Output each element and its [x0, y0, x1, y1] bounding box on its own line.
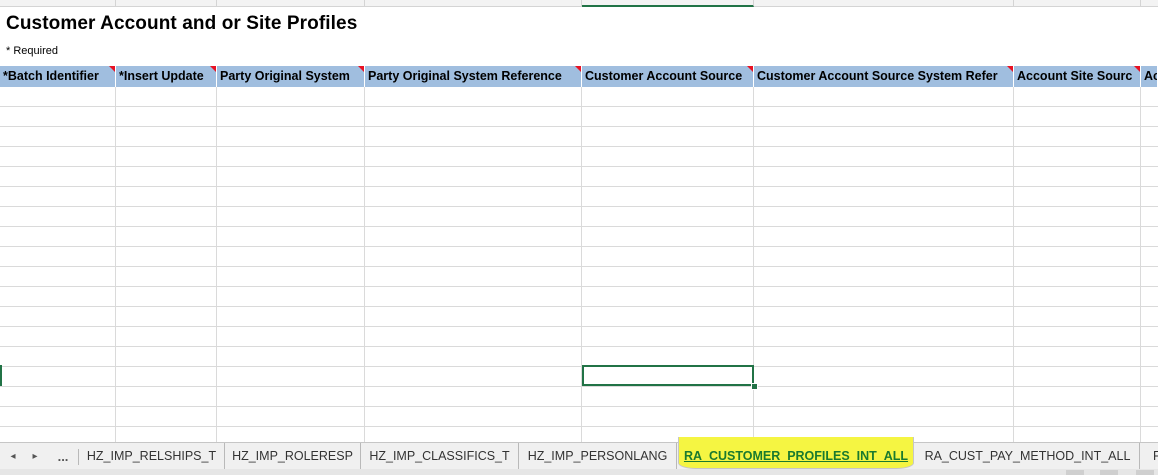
- tab-ra-customer-profiles-int-all[interactable]: RA_CUSTOMER_PROFILES_INT_ALL: [678, 437, 914, 469]
- row-gridline: [0, 366, 1158, 367]
- previous-rows-strip: [0, 0, 1158, 7]
- column-header-label: Account Site Sourc: [1017, 69, 1133, 83]
- column-header-customer-account-source[interactable]: Customer Account Source: [582, 66, 754, 87]
- row-gridline: [0, 346, 1158, 347]
- tab-partially-visible[interactable]: F: [1140, 443, 1158, 470]
- comment-indicator-icon: [747, 66, 753, 72]
- column-header-customer-account-source-system-reference[interactable]: Customer Account Source System Refer: [754, 66, 1014, 87]
- column-header-label: Customer Account Source System Refer: [757, 69, 998, 83]
- column-gridline: [1013, 87, 1014, 442]
- comment-indicator-icon: [1134, 66, 1140, 72]
- row-gridline: [0, 386, 1158, 387]
- column-header-account-site-source[interactable]: Account Site Sourc: [1014, 66, 1141, 87]
- scroll-tabs-left-icon[interactable]: ◂: [2, 443, 24, 470]
- row-gridline: [0, 406, 1158, 407]
- row-gridline: [0, 206, 1158, 207]
- row-gridline: [0, 326, 1158, 327]
- column-gridline: [115, 87, 116, 442]
- row-gridline: [0, 146, 1158, 147]
- row-gridline: [0, 426, 1158, 427]
- row-gridline: [0, 306, 1158, 307]
- column-header-label: *Insert Update: [119, 69, 204, 83]
- comment-indicator-icon: [1007, 66, 1013, 72]
- column-header-label: Party Original System: [220, 69, 350, 83]
- cell-grid[interactable]: [0, 87, 1158, 442]
- row-gridline: [0, 126, 1158, 127]
- column-gridline: [581, 87, 582, 442]
- more-tabs-button[interactable]: ...: [50, 443, 76, 470]
- column-header-label: Ac: [1144, 69, 1157, 83]
- scroll-tabs-right-icon[interactable]: ▸: [24, 443, 46, 470]
- sheet-title: Customer Account and or Site Profiles: [6, 13, 358, 34]
- column-header-label: Party Original System Reference: [368, 69, 562, 83]
- row-gridline: [0, 266, 1158, 267]
- comment-indicator-icon: [358, 66, 364, 72]
- tab-hz-imp-relships-t[interactable]: HZ_IMP_RELSHIPS_T: [79, 443, 225, 470]
- column-header-label: Customer Account Source: [585, 69, 743, 83]
- column-header-batch-identifier[interactable]: *Batch Identifier: [0, 66, 116, 87]
- row-selection-marker: [0, 365, 2, 386]
- status-bar-strip: [0, 469, 1158, 475]
- tab-hz-imp-personlang[interactable]: HZ_IMP_PERSONLANG: [519, 443, 677, 470]
- row-gridline: [0, 106, 1158, 107]
- required-note: * Required: [6, 45, 58, 57]
- worksheet[interactable]: Customer Account and or Site Profiles * …: [0, 0, 1158, 442]
- row-gridline: [0, 166, 1158, 167]
- active-cell[interactable]: [582, 365, 754, 386]
- tab-ra-cust-pay-method-int-all[interactable]: RA_CUST_PAY_METHOD_INT_ALL: [916, 443, 1140, 470]
- tab-hz-imp-classifics-t[interactable]: HZ_IMP_CLASSIFICS_T: [361, 443, 519, 470]
- column-header-party-original-system-reference[interactable]: Party Original System Reference: [365, 66, 582, 87]
- fill-handle[interactable]: [751, 383, 758, 390]
- row-gridline: [0, 286, 1158, 287]
- row-gridline: [0, 226, 1158, 227]
- column-header-ac[interactable]: Ac: [1141, 66, 1158, 87]
- column-gridline: [216, 87, 217, 442]
- column-header-party-original-system[interactable]: Party Original System: [217, 66, 365, 87]
- comment-indicator-icon: [575, 66, 581, 72]
- tab-hz-imp-roleresp[interactable]: HZ_IMP_ROLERESP: [225, 443, 361, 470]
- comment-indicator-icon: [210, 66, 216, 72]
- sheet-tab-bar: ◂ ▸ ... HZ_IMP_RELSHIPS_T HZ_IMP_ROLERES…: [0, 437, 1158, 470]
- column-header-insert-update[interactable]: *Insert Update: [116, 66, 217, 87]
- column-header-label: *Batch Identifier: [3, 69, 99, 83]
- column-header-row: *Batch Identifier *Insert Update Party O…: [0, 66, 1158, 87]
- row-gridline: [0, 186, 1158, 187]
- comment-indicator-icon: [109, 66, 115, 72]
- row-gridline: [0, 246, 1158, 247]
- column-gridline: [1140, 87, 1141, 442]
- column-gridline: [364, 87, 365, 442]
